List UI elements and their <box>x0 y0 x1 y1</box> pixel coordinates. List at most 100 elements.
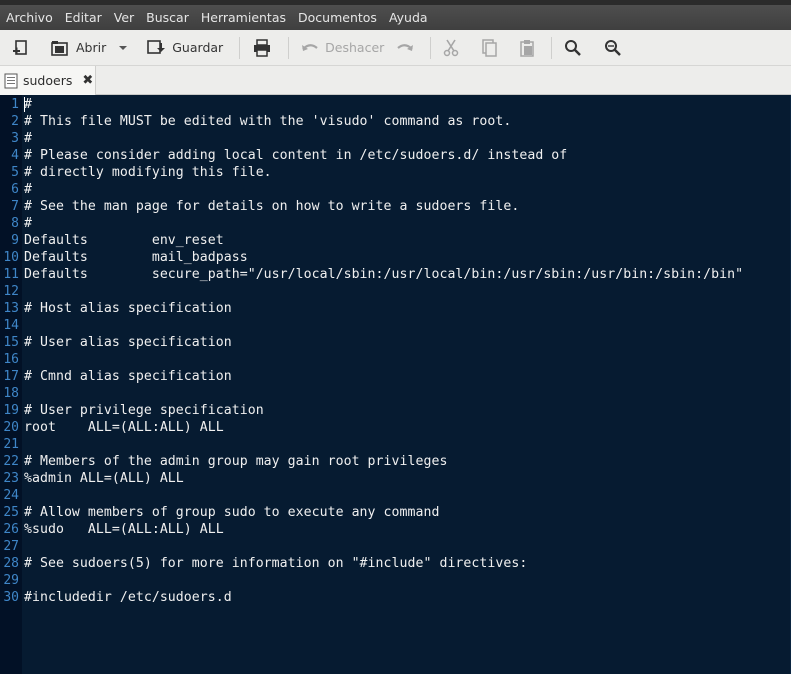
close-icon[interactable]: ✖ <box>82 73 93 88</box>
code-text[interactable]: Defaults secure_path="/usr/local/sbin:/u… <box>19 266 743 283</box>
code-text[interactable]: # Please consider adding local content i… <box>19 147 567 164</box>
redo-icon <box>397 43 414 51</box>
redo-button[interactable] <box>392 34 418 62</box>
code-text[interactable] <box>19 436 24 453</box>
cut-button[interactable] <box>439 34 463 62</box>
line-number: 4 <box>11 148 19 163</box>
text-editor[interactable]: 1 #2 # This file MUST be edited with the '… <box>0 95 791 674</box>
menu-item-documentos[interactable]: Documentos <box>298 10 377 25</box>
menu-item-archivo[interactable]: Archivo <box>6 10 53 25</box>
code-text[interactable] <box>19 385 24 402</box>
code-text[interactable]: # directly modifying this file. <box>19 164 272 181</box>
code-text[interactable]: #includedir /etc/sudoers.d <box>19 589 232 606</box>
code-text[interactable] <box>19 317 24 334</box>
open-button[interactable]: Abrir <box>46 34 110 62</box>
code-line[interactable]: 13 # Host alias specification <box>0 300 791 317</box>
code-text[interactable] <box>19 572 24 589</box>
code-line[interactable]: 5 # directly modifying this file. <box>0 164 791 181</box>
code-line[interactable]: 18 <box>0 385 791 402</box>
code-line[interactable]: 20 root ALL=(ALL:ALL) ALL <box>0 419 791 436</box>
code-text[interactable]: # Host alias specification <box>19 300 232 317</box>
code-text[interactable]: # Allow members of group sudo to execute… <box>19 504 439 521</box>
copy-button[interactable] <box>477 34 501 62</box>
code-line[interactable]: 28 # See sudoers(5) for more information … <box>0 555 791 572</box>
line-number: 30 <box>3 590 19 605</box>
find-replace-button[interactable] <box>600 34 626 62</box>
code-line[interactable]: 14 <box>0 317 791 334</box>
editor-content[interactable]: 1 #2 # This file MUST be edited with the '… <box>0 96 791 606</box>
code-text[interactable]: # <box>19 96 32 113</box>
code-line[interactable]: 30 #includedir /etc/sudoers.d <box>0 589 791 606</box>
code-text[interactable] <box>19 351 24 368</box>
code-text[interactable]: root ALL=(ALL:ALL) ALL <box>19 419 224 436</box>
code-line[interactable]: 11 Defaults secure_path="/usr/local/sbin:… <box>0 266 791 283</box>
undo-icon <box>302 43 318 51</box>
line-number: 13 <box>3 301 19 316</box>
menu-item-buscar[interactable]: Buscar <box>146 10 189 25</box>
save-button[interactable]: Guardar <box>142 34 227 62</box>
code-text[interactable]: # User alias specification <box>19 334 232 351</box>
save-label: Guardar <box>172 40 224 55</box>
code-line[interactable]: 21 <box>0 436 791 453</box>
code-text[interactable]: Defaults mail_badpass <box>19 249 248 266</box>
code-line[interactable]: 10 Defaults mail_badpass <box>0 249 791 266</box>
code-line[interactable]: 4 # Please consider adding local content … <box>0 147 791 164</box>
line-number: 6 <box>11 182 19 197</box>
code-line[interactable]: 15 # User alias specification <box>0 334 791 351</box>
code-line[interactable]: 29 <box>0 572 791 589</box>
code-line[interactable]: 2 # This file MUST be edited with the 'vi… <box>0 113 791 130</box>
code-text[interactable]: # <box>19 181 32 198</box>
code-line[interactable]: 16 <box>0 351 791 368</box>
find-button[interactable] <box>560 34 586 62</box>
menu-item-ayuda[interactable]: Ayuda <box>389 10 428 25</box>
code-line[interactable]: 24 <box>0 487 791 504</box>
code-text[interactable]: # See the man page for details on how to… <box>19 198 519 215</box>
search-icon <box>565 39 582 56</box>
code-text[interactable]: # Cmnd alias specification <box>19 368 232 385</box>
code-line[interactable]: 27 <box>0 538 791 555</box>
new-document-button[interactable] <box>8 34 34 62</box>
open-recent-dropdown[interactable] <box>114 34 132 62</box>
line-number: 3 <box>11 131 19 146</box>
line-number: 10 <box>3 250 19 265</box>
code-text[interactable]: Defaults env_reset <box>19 232 224 249</box>
menu-item-editar[interactable]: Editar <box>65 10 102 25</box>
menu-item-ver[interactable]: Ver <box>114 10 134 25</box>
tab-sudoers[interactable]: sudoers ✖ <box>0 66 96 95</box>
code-text[interactable]: # Members of the admin group may gain ro… <box>19 453 447 470</box>
code-line[interactable]: 9 Defaults env_reset <box>0 232 791 249</box>
code-line[interactable]: 17 # Cmnd alias specification <box>0 368 791 385</box>
code-text[interactable]: %admin ALL=(ALL) ALL <box>19 470 184 487</box>
line-number: 21 <box>3 437 19 452</box>
code-line[interactable]: 12 <box>0 283 791 300</box>
code-line[interactable]: 8 # <box>0 215 791 232</box>
code-line[interactable]: 19 # User privilege specification <box>0 402 791 419</box>
paste-button[interactable] <box>515 34 539 62</box>
undo-button[interactable]: Deshacer <box>297 34 388 62</box>
code-line[interactable]: 26 %sudo ALL=(ALL:ALL) ALL <box>0 521 791 538</box>
line-number: 22 <box>3 454 19 469</box>
code-line[interactable]: 25 # Allow members of group sudo to execu… <box>0 504 791 521</box>
code-line[interactable]: 23 %admin ALL=(ALL) ALL <box>0 470 791 487</box>
search-replace-icon <box>605 39 622 56</box>
code-text[interactable] <box>19 487 24 504</box>
code-text[interactable]: # <box>19 130 32 147</box>
tab-bar: sudoers ✖ <box>0 66 791 95</box>
code-line[interactable]: 3 # <box>0 130 791 147</box>
code-line[interactable]: 1 # <box>0 96 791 113</box>
code-text[interactable]: %sudo ALL=(ALL:ALL) ALL <box>19 521 224 538</box>
code-text[interactable] <box>19 283 24 300</box>
print-button[interactable] <box>248 34 276 62</box>
code-line[interactable]: 7 # See the man page for details on how t… <box>0 198 791 215</box>
code-text[interactable]: # <box>19 215 32 232</box>
code-text[interactable] <box>19 538 24 555</box>
chevron-down-icon <box>119 45 128 50</box>
toolbar-separator <box>430 36 432 59</box>
line-number: 11 <box>3 267 19 282</box>
code-text[interactable]: # See sudoers(5) for more information on… <box>19 555 527 572</box>
code-line[interactable]: 6 # <box>0 181 791 198</box>
menu-item-herramientas[interactable]: Herramientas <box>201 10 286 25</box>
code-text[interactable]: # This file MUST be edited with the 'vis… <box>19 113 511 130</box>
code-text[interactable]: # User privilege specification <box>19 402 264 419</box>
code-line[interactable]: 22 # Members of the admin group may gain … <box>0 453 791 470</box>
